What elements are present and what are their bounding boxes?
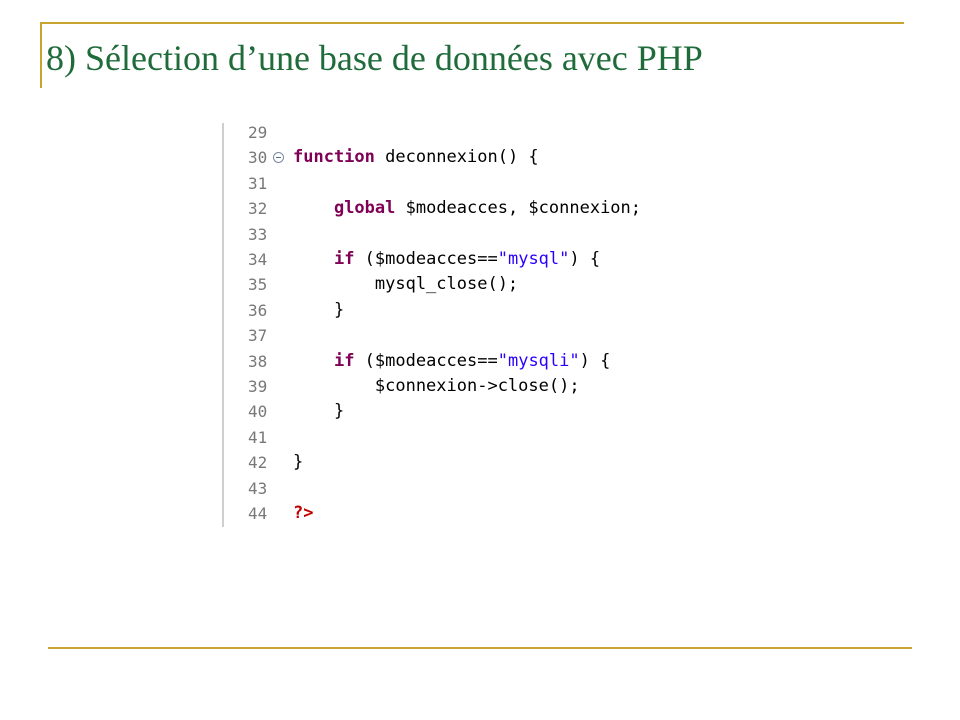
code-token: $modeacces, $connexion; xyxy=(395,198,642,219)
code-token: } xyxy=(293,452,304,473)
code-line: 29 xyxy=(222,120,722,145)
code-text: global $modeacces, $connexion; xyxy=(293,196,641,221)
code-text: mysql_close(); xyxy=(293,272,518,297)
line-number: 38 xyxy=(248,351,268,371)
code-line: 41 xyxy=(222,425,722,450)
code-line: 36 } xyxy=(222,298,722,323)
code-token: "mysqli" xyxy=(497,350,580,371)
code-token: ) { xyxy=(579,350,611,371)
slide-title: 8) Sélection d’une base de données avec … xyxy=(46,38,703,78)
code-token: ($modeacces== xyxy=(354,350,498,371)
code-token: if xyxy=(333,350,355,371)
code-text: } xyxy=(293,298,344,323)
code-token: function xyxy=(293,147,375,168)
code-line: 34 if ($modeacces=="mysql") { xyxy=(222,247,722,272)
code-token: ) { xyxy=(569,249,601,269)
code-token: global xyxy=(333,198,396,219)
code-token: "mysql" xyxy=(497,249,570,269)
code-token: $connexion->close(); xyxy=(293,376,580,396)
line-number: 31 xyxy=(248,173,268,193)
line-number: 37 xyxy=(248,326,268,346)
line-number: 29 xyxy=(248,123,268,142)
code-text: } xyxy=(293,399,344,424)
code-text: $connexion->close(); xyxy=(293,374,580,399)
line-number: 40 xyxy=(248,402,268,422)
code-line: 32 global $modeacces, $connexion; xyxy=(222,196,722,221)
title-frame-left-rule xyxy=(40,22,42,88)
code-line: 39 $connexion->close(); xyxy=(222,374,722,399)
line-number: 39 xyxy=(248,377,268,396)
code-line: 30 function deconnexion() { xyxy=(222,145,722,170)
code-text: } xyxy=(293,450,303,475)
code-line: 43 xyxy=(222,476,722,501)
code-text: if ($modeacces=="mysql") { xyxy=(293,247,600,272)
line-number: 43 xyxy=(248,478,268,498)
footer-rule xyxy=(48,647,912,649)
code-text: function deconnexion() { xyxy=(293,145,539,170)
code-line: 38 if ($modeacces=="mysqli") { xyxy=(222,349,722,374)
code-token: if xyxy=(333,249,355,269)
code-token: } xyxy=(293,299,345,320)
code-token: ($modeacces== xyxy=(354,249,498,269)
line-number: 35 xyxy=(248,275,268,295)
code-token: ?> xyxy=(293,503,314,523)
line-number: 41 xyxy=(248,427,268,447)
code-line: 42} xyxy=(222,450,722,475)
title-frame-top-rule xyxy=(40,22,904,24)
line-number: 33 xyxy=(248,224,268,244)
code-token: deconnexion() { xyxy=(374,147,539,168)
code-line: 35 mysql_close(); xyxy=(222,272,722,297)
code-line: 40 } xyxy=(222,399,722,424)
code-line: 33 xyxy=(222,222,722,247)
code-token: } xyxy=(293,401,345,422)
code-text: if ($modeacces=="mysqli") { xyxy=(293,349,610,374)
line-number: 44 xyxy=(248,504,268,523)
code-screenshot: 29 30 function deconnexion() { 31 32 global … xyxy=(222,123,722,527)
line-number: 32 xyxy=(248,199,268,219)
line-number: 36 xyxy=(248,300,268,320)
code-token: mysql_close(); xyxy=(293,274,519,295)
code-line: 37 xyxy=(222,323,722,348)
code-text: ?> xyxy=(293,501,313,526)
line-number: 42 xyxy=(248,453,268,473)
code-line: 44 ?> xyxy=(222,501,722,526)
line-number: 34 xyxy=(248,250,268,269)
code-line: 31 xyxy=(222,171,722,196)
